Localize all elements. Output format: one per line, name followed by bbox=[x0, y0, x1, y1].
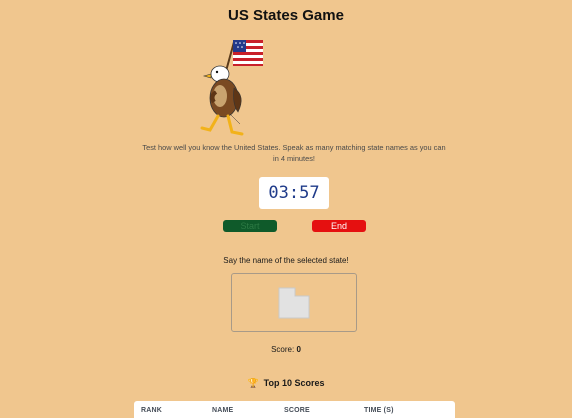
score-line: Score: 0 bbox=[0, 345, 572, 354]
column-header-name: NAME bbox=[212, 407, 234, 414]
score-label: Score: bbox=[271, 345, 295, 354]
column-header-time: TIME (S) bbox=[364, 407, 394, 414]
game-prompt: Say the name of the selected state! bbox=[223, 256, 349, 265]
column-header-score: SCORE bbox=[284, 407, 310, 414]
trophy-icon: 🏆 bbox=[247, 378, 259, 388]
leaderboard-title: 🏆 Top 10 Scores bbox=[0, 378, 572, 389]
score-value: 0 bbox=[296, 345, 301, 354]
end-button[interactable]: End bbox=[312, 220, 366, 232]
column-header-rank: RANK bbox=[141, 407, 163, 414]
utah-state-shape-icon bbox=[278, 287, 310, 319]
game-page: US States Game Test how well you know th… bbox=[0, 0, 572, 418]
countdown-timer: 03:57 bbox=[259, 177, 329, 209]
start-button[interactable]: Start bbox=[223, 220, 277, 232]
intro-text: Test how well you know the United States… bbox=[142, 143, 446, 163]
state-display bbox=[231, 273, 357, 332]
leaderboard-title-text: Top 10 Scores bbox=[263, 378, 325, 388]
eagle-with-flag-icon bbox=[200, 40, 263, 136]
page-title: US States Game bbox=[228, 7, 344, 24]
leaderboard-table: RANK NAME SCORE TIME (S) bbox=[134, 401, 455, 418]
